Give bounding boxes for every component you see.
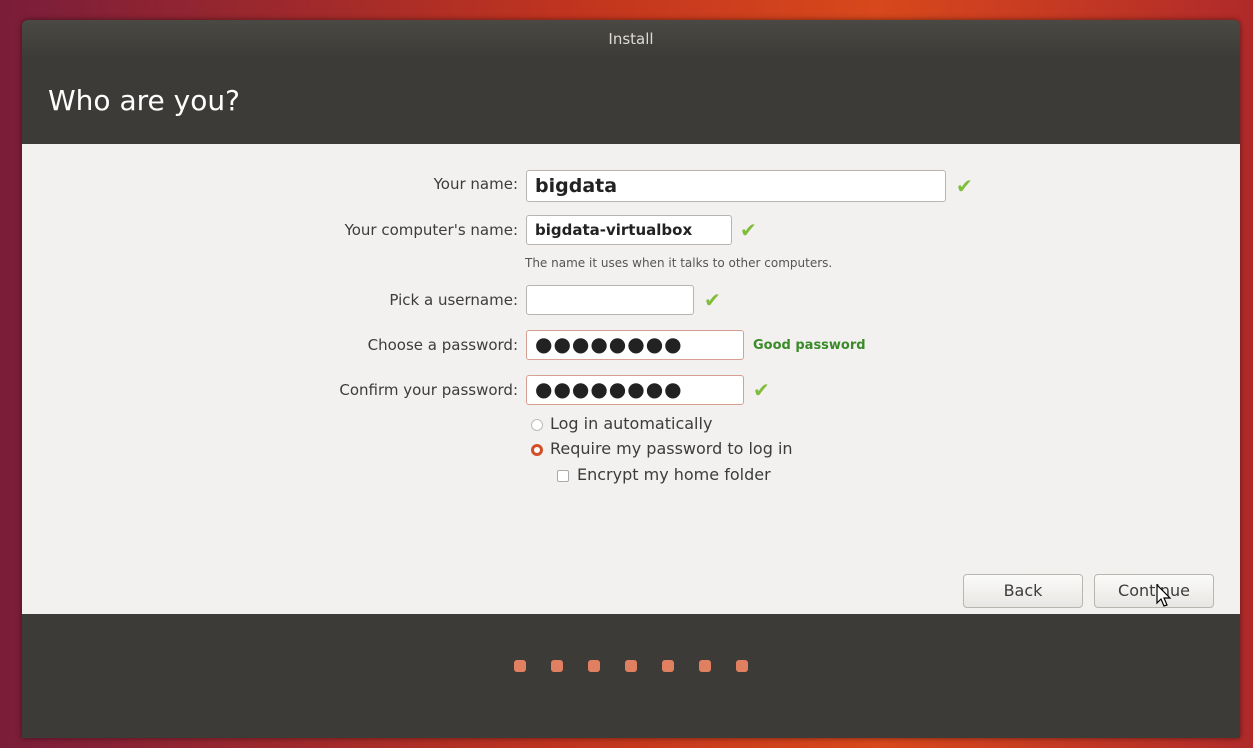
your-name-checkmark-icon: ✔ bbox=[956, 174, 973, 198]
form-area: Your name: bigdata ✔ Your computer's nam… bbox=[22, 144, 1240, 614]
mouse-pointer-icon bbox=[1156, 584, 1172, 607]
username-checkmark-icon: ✔ bbox=[704, 288, 721, 312]
your-name-input[interactable]: bigdata bbox=[526, 170, 946, 202]
window-title: Install bbox=[22, 20, 1240, 58]
password-label: Choose a password: bbox=[367, 336, 518, 354]
username-label: Pick a username: bbox=[389, 291, 518, 309]
computer-name-hint: The name it uses when it talks to other … bbox=[525, 256, 833, 270]
installer-window: Install Who are you? Your name: bigdata … bbox=[22, 20, 1240, 738]
your-name-row: Your name: bbox=[22, 168, 518, 200]
password-input[interactable]: ●●●●●●●● bbox=[526, 330, 744, 360]
progress-dot bbox=[588, 660, 600, 672]
encrypt-home-checkbox[interactable] bbox=[557, 470, 569, 482]
progress-dot bbox=[736, 660, 748, 672]
your-name-label: Your name: bbox=[433, 175, 518, 193]
require-password-label[interactable]: Require my password to log in bbox=[550, 439, 793, 459]
computer-name-row: Your computer's name: bbox=[22, 214, 518, 246]
computer-name-checkmark-icon: ✔ bbox=[740, 218, 757, 242]
confirm-password-checkmark-icon: ✔ bbox=[753, 378, 770, 402]
require-password-radio[interactable] bbox=[531, 444, 543, 456]
computer-name-label: Your computer's name: bbox=[344, 221, 518, 239]
progress-dot bbox=[551, 660, 563, 672]
progress-dot bbox=[514, 660, 526, 672]
password-row: Choose a password: bbox=[22, 329, 518, 361]
password-strength-label: Good password bbox=[753, 338, 866, 353]
username-input[interactable] bbox=[526, 285, 694, 315]
confirm-password-row: Confirm your password: bbox=[22, 374, 518, 406]
progress-dot bbox=[699, 660, 711, 672]
progress-footer bbox=[22, 614, 1240, 738]
encrypt-home-label[interactable]: Encrypt my home folder bbox=[577, 465, 771, 485]
progress-dot bbox=[662, 660, 674, 672]
confirm-password-input[interactable]: ●●●●●●●● bbox=[526, 375, 744, 405]
page-header: Who are you? bbox=[22, 58, 1240, 142]
login-automatically-label[interactable]: Log in automatically bbox=[550, 414, 712, 434]
confirm-password-label: Confirm your password: bbox=[339, 381, 518, 399]
computer-name-input[interactable]: bigdata-virtualbox bbox=[526, 215, 732, 245]
continue-button[interactable]: Continue bbox=[1094, 574, 1214, 608]
username-row: Pick a username: bbox=[22, 284, 518, 316]
login-automatically-radio[interactable] bbox=[531, 419, 543, 431]
page-title: Who are you? bbox=[48, 84, 240, 117]
back-button[interactable]: Back bbox=[963, 574, 1083, 608]
progress-dot bbox=[625, 660, 637, 672]
